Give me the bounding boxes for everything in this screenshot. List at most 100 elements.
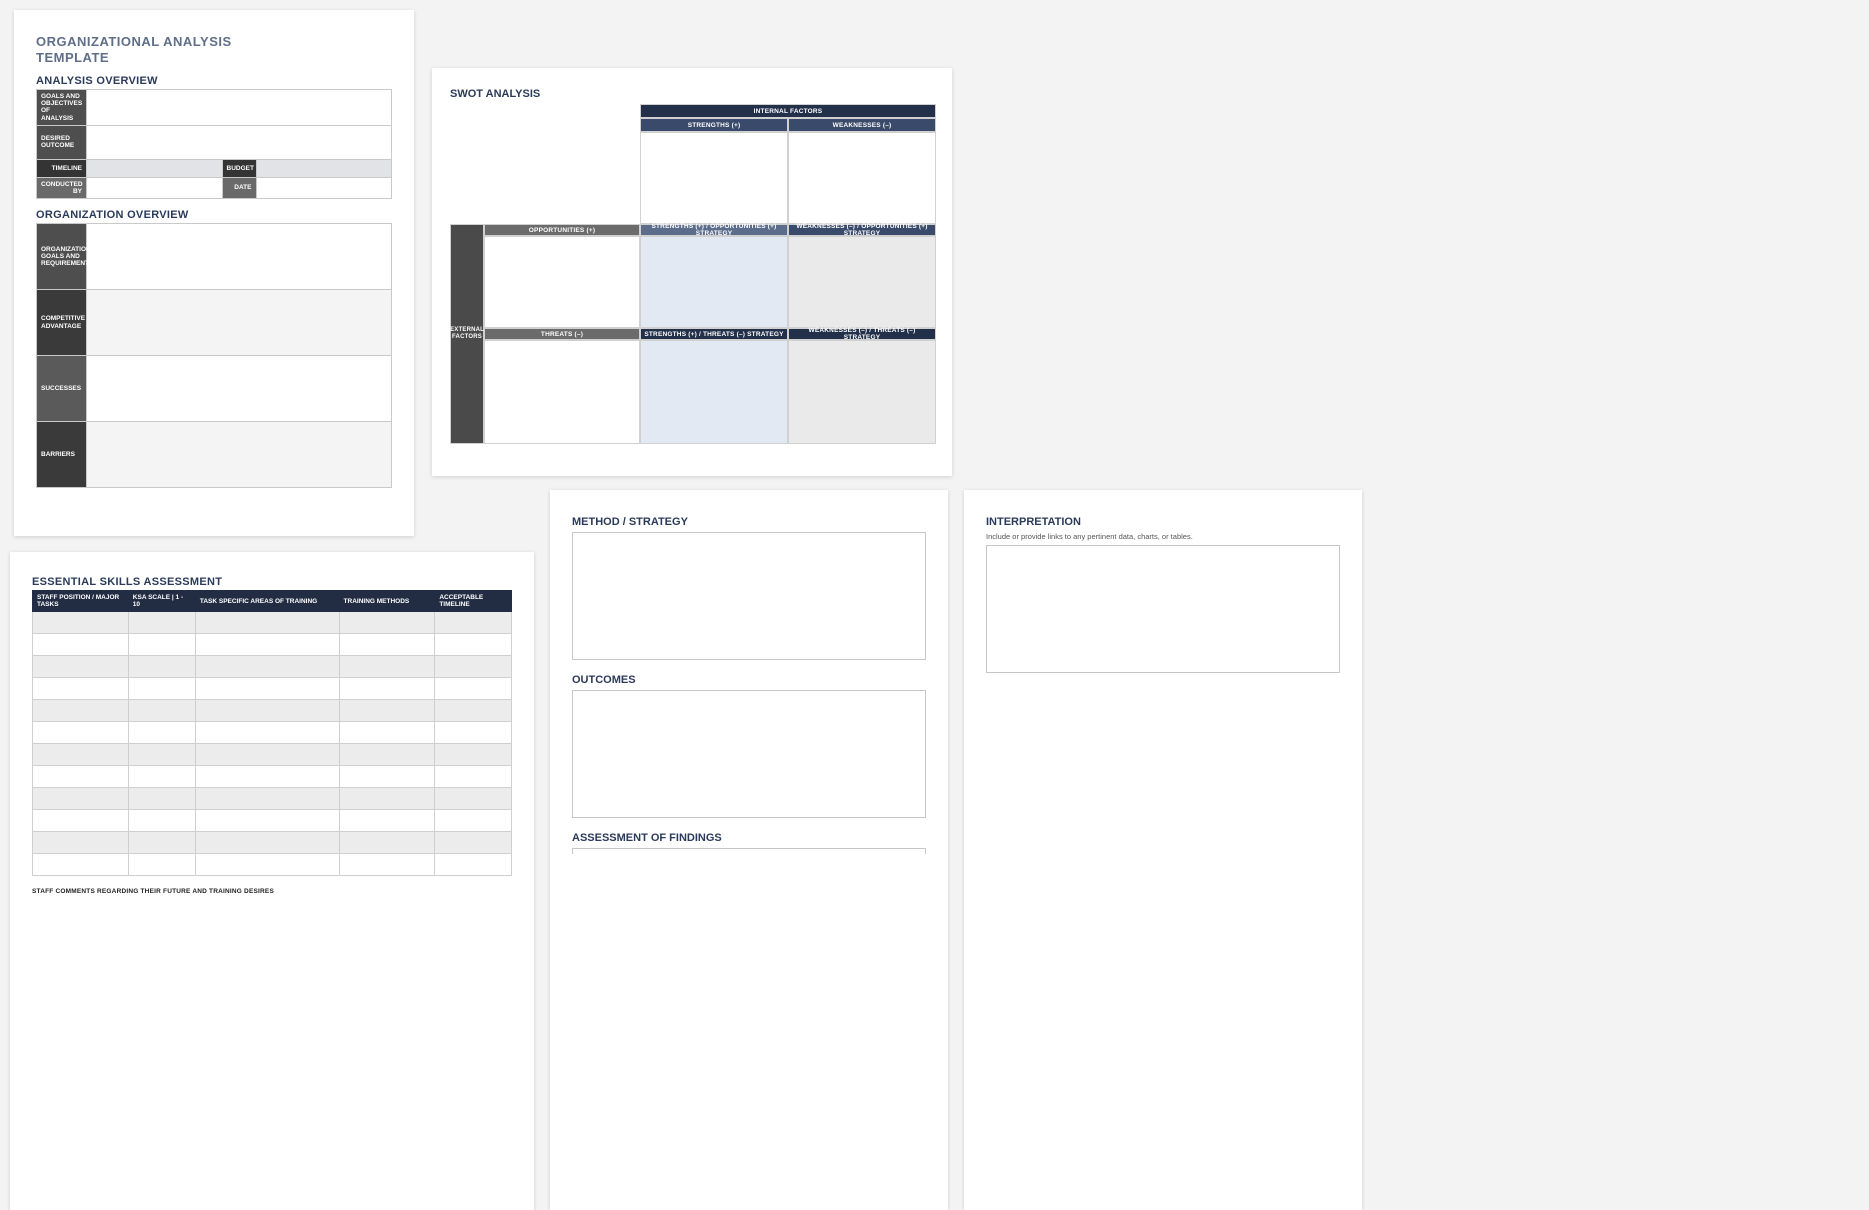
table-cell[interactable]	[128, 832, 195, 854]
field-findings[interactable]	[572, 848, 926, 854]
table-cell[interactable]	[435, 832, 512, 854]
method-heading: METHOD / STRATEGY	[572, 516, 926, 528]
table-cell[interactable]	[339, 744, 435, 766]
table-cell[interactable]	[339, 766, 435, 788]
field-threats[interactable]	[484, 340, 640, 444]
table-cell[interactable]	[339, 634, 435, 656]
table-cell[interactable]	[128, 612, 195, 634]
table-cell[interactable]	[33, 656, 129, 678]
field-weaknesses[interactable]	[788, 132, 936, 224]
header-wt-strategy: WEAKNESSES (–) / THREATS (–) STRATEGY	[788, 328, 936, 340]
field-successes[interactable]	[87, 356, 392, 422]
table-cell[interactable]	[435, 788, 512, 810]
table-cell[interactable]	[128, 722, 195, 744]
table-cell[interactable]	[339, 854, 435, 876]
field-interpretation[interactable]	[986, 545, 1340, 673]
table-cell[interactable]	[128, 700, 195, 722]
col-ksa: KSA SCALE | 1 - 10	[128, 591, 195, 612]
table-cell[interactable]	[339, 612, 435, 634]
table-cell[interactable]	[33, 744, 129, 766]
org-overview-table: ORGANIZATION GOALS AND REQUIREMENTS COMP…	[36, 223, 392, 488]
field-wt-strategy[interactable]	[788, 340, 936, 444]
page-swot: SWOT ANALYSIS INTERNAL FACTORS STRENGTHS…	[432, 68, 952, 476]
table-cell[interactable]	[195, 634, 339, 656]
table-cell[interactable]	[339, 788, 435, 810]
table-cell[interactable]	[128, 678, 195, 700]
table-cell[interactable]	[128, 656, 195, 678]
label-successes: SUCCESSES	[37, 356, 87, 422]
table-cell[interactable]	[128, 766, 195, 788]
table-cell[interactable]	[435, 612, 512, 634]
label-org-goals: ORGANIZATION GOALS AND REQUIREMENTS	[37, 224, 87, 290]
field-org-goals[interactable]	[87, 224, 392, 290]
field-goals[interactable]	[87, 90, 392, 126]
col-timeline: ACCEPTABLE TIMELINE	[435, 591, 512, 612]
field-method[interactable]	[572, 532, 926, 660]
table-cell[interactable]	[33, 788, 129, 810]
table-cell[interactable]	[195, 612, 339, 634]
table-cell[interactable]	[128, 810, 195, 832]
table-row	[33, 722, 512, 744]
table-cell[interactable]	[33, 678, 129, 700]
header-strengths: STRENGTHS (+)	[640, 118, 788, 132]
table-cell[interactable]	[195, 766, 339, 788]
label-date: DATE	[222, 177, 256, 198]
field-opportunities[interactable]	[484, 236, 640, 328]
table-cell[interactable]	[435, 678, 512, 700]
field-date[interactable]	[256, 177, 392, 198]
interpretation-heading: INTERPRETATION	[986, 516, 1340, 528]
table-cell[interactable]	[33, 722, 129, 744]
table-cell[interactable]	[128, 744, 195, 766]
table-row	[33, 634, 512, 656]
table-cell[interactable]	[339, 722, 435, 744]
table-cell[interactable]	[33, 854, 129, 876]
table-cell[interactable]	[195, 744, 339, 766]
table-cell[interactable]	[435, 810, 512, 832]
field-budget[interactable]	[256, 159, 392, 177]
field-desired[interactable]	[87, 125, 392, 159]
table-cell[interactable]	[435, 766, 512, 788]
field-so-strategy[interactable]	[640, 236, 788, 328]
table-cell[interactable]	[33, 810, 129, 832]
table-cell[interactable]	[33, 766, 129, 788]
doc-title-l1: ORGANIZATIONAL ANALYSIS	[36, 34, 232, 49]
table-cell[interactable]	[339, 832, 435, 854]
table-cell[interactable]	[435, 854, 512, 876]
field-st-strategy[interactable]	[640, 340, 788, 444]
table-cell[interactable]	[195, 810, 339, 832]
field-barriers[interactable]	[87, 422, 392, 488]
table-cell[interactable]	[195, 832, 339, 854]
table-cell[interactable]	[33, 612, 129, 634]
label-timeline: TIMELINE	[37, 159, 87, 177]
col-training-areas: TASK SPECIFIC AREAS OF TRAINING	[195, 591, 339, 612]
table-cell[interactable]	[195, 788, 339, 810]
field-timeline[interactable]	[87, 159, 223, 177]
table-cell[interactable]	[435, 744, 512, 766]
table-cell[interactable]	[435, 656, 512, 678]
field-outcomes[interactable]	[572, 690, 926, 818]
table-cell[interactable]	[128, 854, 195, 876]
table-cell[interactable]	[195, 678, 339, 700]
table-cell[interactable]	[195, 656, 339, 678]
table-cell[interactable]	[339, 700, 435, 722]
table-cell[interactable]	[195, 854, 339, 876]
table-cell[interactable]	[128, 634, 195, 656]
table-cell[interactable]	[339, 678, 435, 700]
field-wo-strategy[interactable]	[788, 236, 936, 328]
table-cell[interactable]	[195, 722, 339, 744]
field-advantage[interactable]	[87, 290, 392, 356]
table-cell[interactable]	[435, 634, 512, 656]
field-conducted[interactable]	[87, 177, 223, 198]
table-cell[interactable]	[33, 634, 129, 656]
table-cell[interactable]	[339, 656, 435, 678]
table-cell[interactable]	[435, 700, 512, 722]
field-strengths[interactable]	[640, 132, 788, 224]
label-advantage: COMPETITIVE ADVANTAGE	[37, 290, 87, 356]
table-cell[interactable]	[339, 810, 435, 832]
table-cell[interactable]	[128, 788, 195, 810]
org-overview-heading: ORGANIZATION OVERVIEW	[36, 209, 392, 221]
table-cell[interactable]	[33, 700, 129, 722]
table-cell[interactable]	[435, 722, 512, 744]
table-cell[interactable]	[195, 700, 339, 722]
table-cell[interactable]	[33, 832, 129, 854]
